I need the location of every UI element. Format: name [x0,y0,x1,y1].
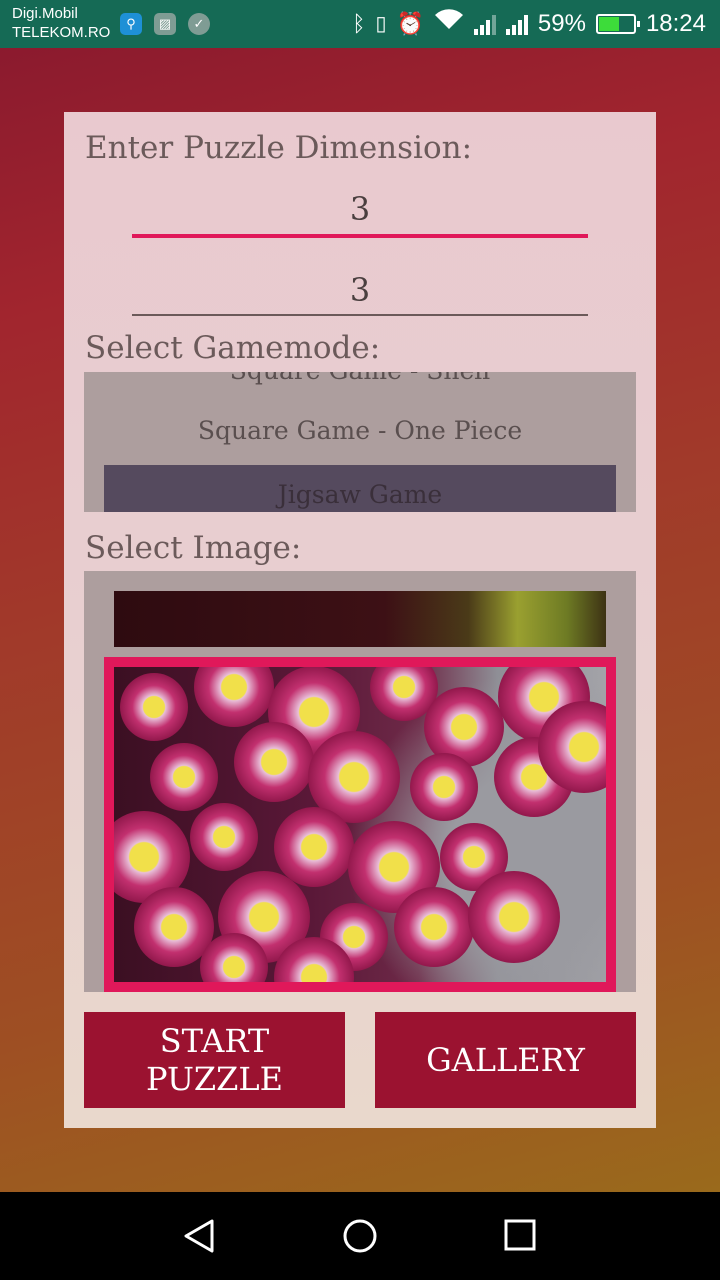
clock: 18:24 [645,9,706,37]
gamemode-label: Select Gamemode: [85,330,381,366]
signal-icon [505,13,528,35]
image-label: Select Image: [85,530,302,566]
gallery-button[interactable]: GALLERY [375,1012,636,1108]
flower-petals [120,673,188,741]
wifi-icon [434,9,464,38]
gamemode-picker[interactable]: Square Game - Shell Square Game - One Pi… [84,372,636,512]
rows-input-underline [132,234,588,238]
flower-petals [150,743,218,811]
app-background: Enter Puzzle Dimension: 3 3 Select Gamem… [0,48,720,1192]
gamemode-option-jigsaw[interactable]: Jigsaw Game [84,480,636,509]
start-puzzle-button[interactable]: START PUZZLE [84,1012,345,1108]
flower-petals [190,803,258,871]
image-picker[interactable] [84,571,636,992]
flower-petals [234,722,314,802]
rows-input[interactable]: 3 [132,186,588,232]
carrier-network: TELEKOM.RO [12,24,111,41]
gamemode-option-shell[interactable]: Square Game - Shell [84,372,636,385]
image-icon: ▨ [154,13,176,35]
vibrate-icon: ▯ [375,13,387,35]
cols-input-underline [132,314,588,316]
check-icon: ✓ [188,13,210,35]
image-thumbnail-selected[interactable] [104,657,616,992]
image-thumbnail-previous[interactable] [114,591,606,647]
gamemode-option-one-piece[interactable]: Square Game - One Piece [84,416,636,445]
flower-petals [194,667,274,727]
cols-input[interactable]: 3 [132,267,588,313]
back-icon[interactable] [182,1218,218,1258]
dimension-label: Enter Puzzle Dimension: [85,130,473,166]
signal-icon-1 [473,13,496,35]
flower-petals [394,887,474,967]
home-icon[interactable] [342,1218,378,1258]
recents-icon[interactable] [503,1218,537,1256]
carrier-name: Digi.Mobil [12,5,78,22]
navigation-bar [0,1192,720,1280]
flower-image [114,667,606,982]
bluetooth-icon: ᛒ [352,10,366,36]
usb-icon: ⚲ [120,13,142,35]
carrier-info: Digi.Mobil TELEKOM.RO [12,4,110,42]
status-bar: Digi.Mobil TELEKOM.RO ⚲ ▨ ✓ ᛒ ▯ ⏰ 59% 18… [0,0,720,48]
battery-percent: 59% [537,9,586,37]
battery-icon [595,13,640,34]
alarm-icon: ⏰ [396,10,424,36]
flower-petals [468,871,560,963]
flower-petals [410,753,478,821]
settings-card: Enter Puzzle Dimension: 3 3 Select Gamem… [64,112,656,1128]
flower-petals [274,807,354,887]
